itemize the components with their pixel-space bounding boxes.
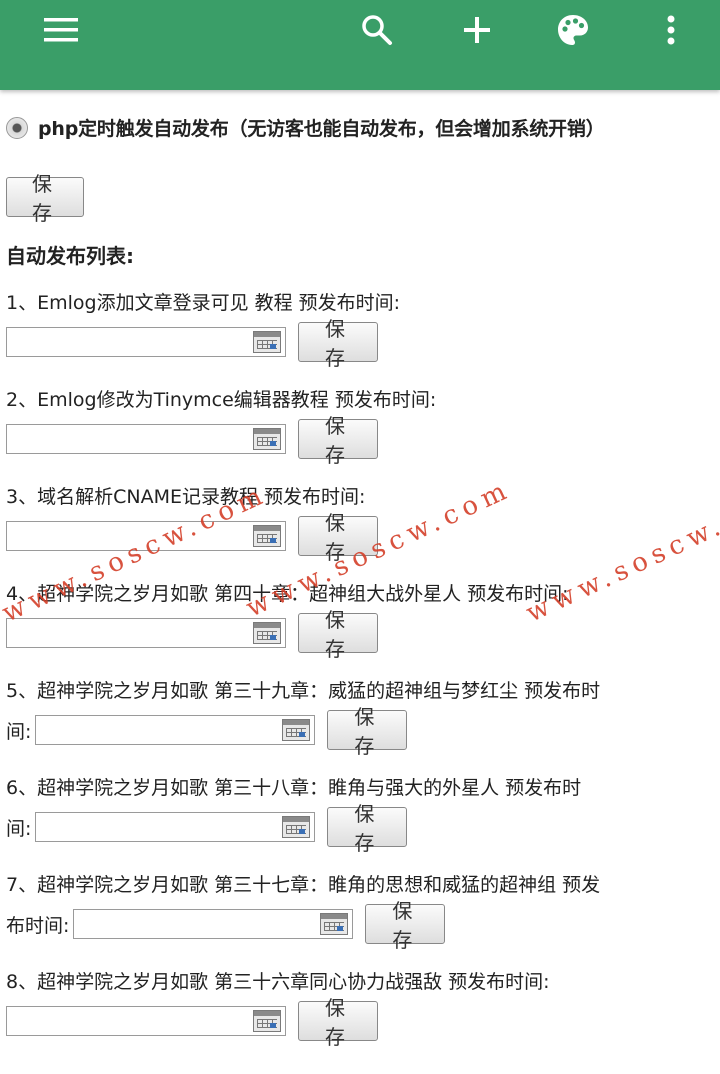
publish-time-input[interactable] — [6, 424, 286, 454]
save-button[interactable]: 保存 — [298, 416, 378, 467]
save-button[interactable]: 保存 — [327, 707, 408, 758]
calendar-icon[interactable] — [253, 428, 281, 450]
calendar-icon[interactable] — [253, 331, 281, 353]
item-title: 2、Emlog修改为Tinymce编辑器教程 预发布时间: — [6, 389, 437, 411]
publish-time-input[interactable] — [73, 909, 354, 939]
item-title-tail: 间: — [6, 817, 32, 840]
save-settings-button[interactable]: 保存 — [6, 174, 84, 225]
save-button[interactable]: 保存 — [365, 901, 446, 952]
publish-time-input[interactable] — [6, 1006, 286, 1036]
item-title: 3、域名解析CNAME记录教程 预发布时间: — [6, 486, 366, 508]
list-item: 3、域名解析CNAME记录教程 预发布时间: 保存 — [6, 478, 720, 564]
publish-mode-label: php定时触发自动发布（无访客也能自动发布，但会增加系统开销） — [38, 118, 605, 140]
publish-time-input[interactable] — [35, 715, 316, 745]
item-title-tail: 间: — [6, 720, 32, 743]
more-vert-icon[interactable] — [646, 0, 696, 60]
save-button[interactable]: 保存 — [298, 319, 378, 370]
publish-mode-radio[interactable] — [6, 116, 28, 139]
publish-list-title: 自动发布列表: — [6, 244, 134, 268]
calendar-icon[interactable] — [253, 525, 281, 547]
calendar-icon[interactable] — [253, 622, 281, 644]
plus-icon[interactable] — [452, 0, 502, 60]
save-button[interactable]: 保存 — [298, 513, 378, 564]
list-item: 2、Emlog修改为Tinymce编辑器教程 预发布时间: 保存 — [6, 381, 720, 467]
save-button[interactable]: 保存 — [298, 998, 378, 1049]
publish-time-input[interactable] — [6, 327, 286, 357]
calendar-icon[interactable] — [253, 1010, 281, 1032]
palette-icon[interactable] — [548, 0, 598, 60]
list-item: 7、超神学院之岁月如歌 第三十七章：睢角的思想和威猛的超神组 预发 布时间: 保… — [6, 866, 720, 952]
menu-icon[interactable] — [36, 0, 86, 60]
calendar-icon[interactable] — [282, 719, 311, 741]
publish-time-input[interactable] — [6, 618, 286, 648]
item-title: 7、超神学院之岁月如歌 第三十七章：睢角的思想和威猛的超神组 预发 — [6, 874, 601, 896]
calendar-icon[interactable] — [320, 913, 349, 935]
list-item: 1、Emlog添加文章登录可见 教程 预发布时间: 保存 — [6, 284, 720, 370]
item-title: 1、Emlog添加文章登录可见 教程 预发布时间: — [6, 292, 401, 314]
list-item: 8、超神学院之岁月如歌 第三十六章同心协力战强敌 预发布时间: 保存 — [6, 963, 720, 1049]
item-title: 4、超神学院之岁月如歌 第四十章：超神组大战外星人 预发布时间: — [6, 583, 569, 605]
publish-mode-option[interactable]: php定时触发自动发布（无访客也能自动发布，但会增加系统开销） — [6, 114, 605, 141]
search-icon[interactable] — [352, 0, 402, 60]
item-title-tail: 布时间: — [6, 914, 70, 937]
app-bar — [0, 0, 720, 90]
publish-time-input[interactable] — [6, 521, 286, 551]
list-item: 4、超神学院之岁月如歌 第四十章：超神组大战外星人 预发布时间: 保存 — [6, 575, 720, 661]
item-title: 8、超神学院之岁月如歌 第三十六章同心协力战强敌 预发布时间: — [6, 971, 550, 993]
save-button[interactable]: 保存 — [327, 804, 408, 855]
calendar-icon[interactable] — [282, 816, 311, 838]
list-item: 6、超神学院之岁月如歌 第三十八章：睢角与强大的外星人 预发布时 间: 保存 — [6, 769, 720, 855]
save-button[interactable]: 保存 — [298, 610, 378, 661]
list-item: 5、超神学院之岁月如歌 第三十九章：威猛的超神组与梦红尘 预发布时 间: 保存 — [6, 672, 720, 758]
publish-time-input[interactable] — [35, 812, 316, 842]
